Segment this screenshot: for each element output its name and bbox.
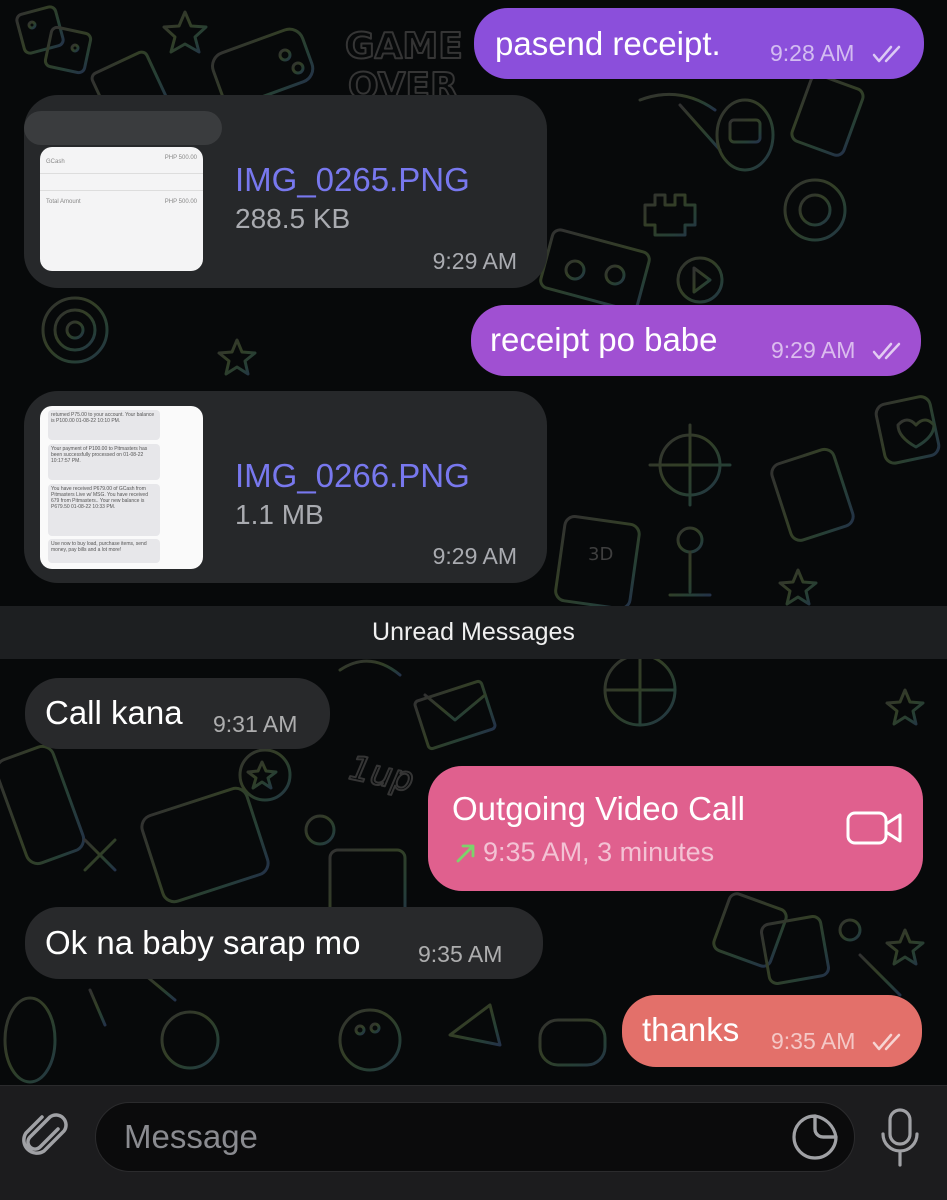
incoming-message[interactable]: Ok na baby sarap mo 9:35 AM [25, 907, 543, 979]
double-check-icon [872, 45, 901, 63]
file-size: 1.1 MB [235, 499, 324, 530]
thumb-text: Total Amount [46, 199, 81, 205]
message-text: Call kana [45, 694, 183, 731]
file-thumbnail[interactable]: returned P75.00 to your account. Your ba… [40, 406, 203, 569]
message-time: 9:29 AM [432, 543, 517, 569]
paperclip-icon[interactable] [20, 1109, 76, 1165]
outgoing-message[interactable]: pasend receipt. 9:28 AM [474, 8, 924, 79]
svg-text:GAME: GAME [345, 26, 463, 67]
microphone-icon[interactable] [878, 1106, 922, 1170]
message-time: 9:29 AM [771, 337, 856, 363]
file-name[interactable]: IMG_0265.PNG [235, 161, 470, 199]
message-text: thanks [642, 1011, 740, 1048]
outgoing-arrow-icon [456, 844, 475, 863]
unread-messages-divider: Unread Messages [0, 606, 947, 659]
outgoing-message[interactable]: receipt po babe 9:29 AM [471, 305, 921, 376]
video-camera-icon[interactable] [845, 807, 905, 849]
message-input[interactable] [95, 1102, 855, 1172]
thumb-text: PHP 500.00 [164, 155, 197, 161]
call-detail: 9:35 AM, 3 minutes [483, 837, 715, 867]
message-composer [0, 1085, 947, 1200]
svg-text:1up: 1up [346, 748, 418, 801]
message-time: 9:31 AM [213, 711, 298, 737]
sender-name-redacted [24, 111, 222, 145]
file-thumbnail[interactable]: GCash PHP 500.00 Total Amount PHP 500.00 [40, 147, 203, 271]
incoming-message[interactable]: Call kana 9:31 AM [25, 678, 330, 749]
thumb-text: Your payment of P100.00 to Pitmasters ha… [48, 444, 160, 480]
file-name[interactable]: IMG_0266.PNG [235, 457, 470, 495]
svg-text:3D: 3D [588, 544, 613, 565]
message-text: receipt po babe [490, 321, 718, 358]
thumb-text: Use now to buy load, purchase items, sen… [48, 539, 160, 563]
double-check-icon [872, 342, 901, 360]
message-time: 9:29 AM [432, 248, 517, 274]
sticker-icon[interactable] [791, 1113, 839, 1161]
thumb-text: GCash [46, 159, 65, 165]
outgoing-message[interactable]: thanks 9:35 AM [622, 995, 922, 1067]
incoming-file-message[interactable]: GCash PHP 500.00 Total Amount PHP 500.00… [24, 95, 547, 288]
message-time: 9:35 AM [418, 941, 503, 967]
outgoing-video-call[interactable]: Outgoing Video Call 9:35 AM, 3 minutes [428, 766, 923, 891]
thumb-text: You have received P679.00 of GCash from … [48, 484, 160, 536]
call-title: Outgoing Video Call [452, 790, 745, 827]
thumb-text: returned P75.00 to your account. Your ba… [48, 410, 160, 440]
file-size: 288.5 KB [235, 203, 351, 234]
incoming-file-message[interactable]: returned P75.00 to your account. Your ba… [24, 391, 547, 583]
message-time: 9:28 AM [770, 40, 855, 66]
double-check-icon [872, 1033, 901, 1051]
message-time: 9:35 AM [771, 1028, 856, 1054]
message-text: Ok na baby sarap mo [45, 924, 361, 961]
message-text: pasend receipt. [495, 25, 721, 62]
thumb-text: PHP 500.00 [164, 199, 197, 205]
